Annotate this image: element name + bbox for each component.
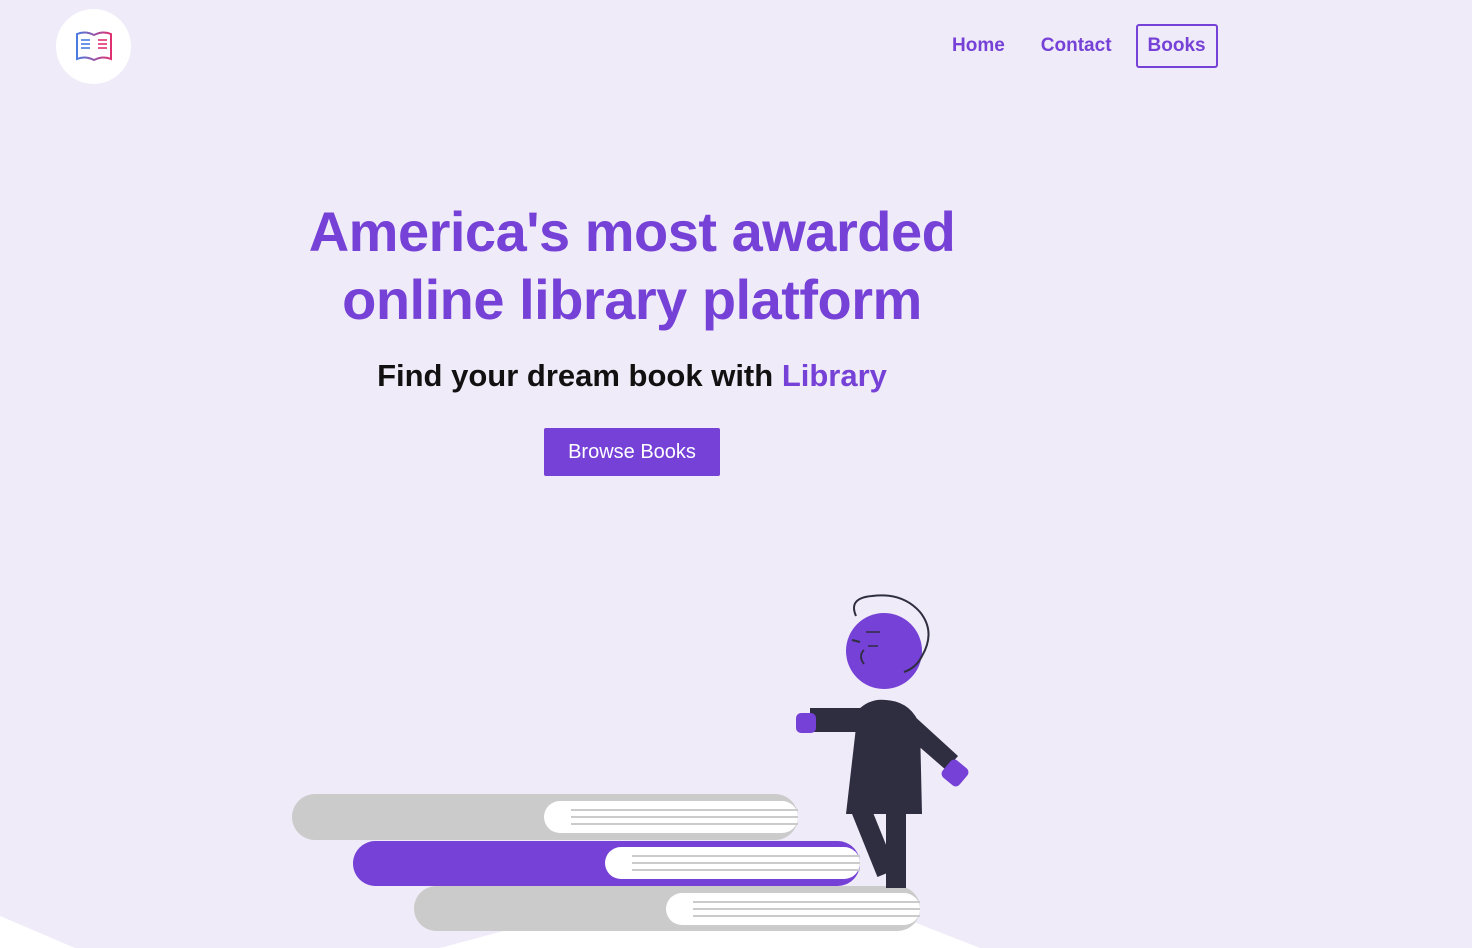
hero-tagline-brand: Library bbox=[781, 358, 887, 393]
book-top bbox=[292, 794, 798, 840]
hero-section: America's most awarded online library pl… bbox=[262, 198, 1002, 476]
hero-headline: America's most awarded online library pl… bbox=[262, 198, 1002, 334]
hero-tagline: Find your dream book with Library bbox=[262, 356, 1002, 396]
nav-home-link[interactable]: Home bbox=[940, 24, 1017, 68]
open-book-icon bbox=[75, 31, 112, 61]
hero-headline-line1: America's most awarded bbox=[308, 200, 956, 263]
book-middle bbox=[353, 841, 860, 886]
hero-tagline-text: Find your dream book with bbox=[377, 358, 782, 393]
hero-headline-line2: online library platform bbox=[342, 268, 922, 331]
book-stack bbox=[292, 794, 920, 931]
hero-illustration bbox=[0, 594, 980, 948]
main-nav: Home Contact Books bbox=[940, 24, 1218, 68]
nav-contact-link[interactable]: Contact bbox=[1029, 24, 1124, 68]
nav-books-link[interactable]: Books bbox=[1135, 24, 1218, 68]
site-logo[interactable] bbox=[56, 9, 131, 84]
browse-books-button[interactable]: Browse Books bbox=[544, 428, 720, 476]
book-bottom bbox=[414, 886, 920, 931]
